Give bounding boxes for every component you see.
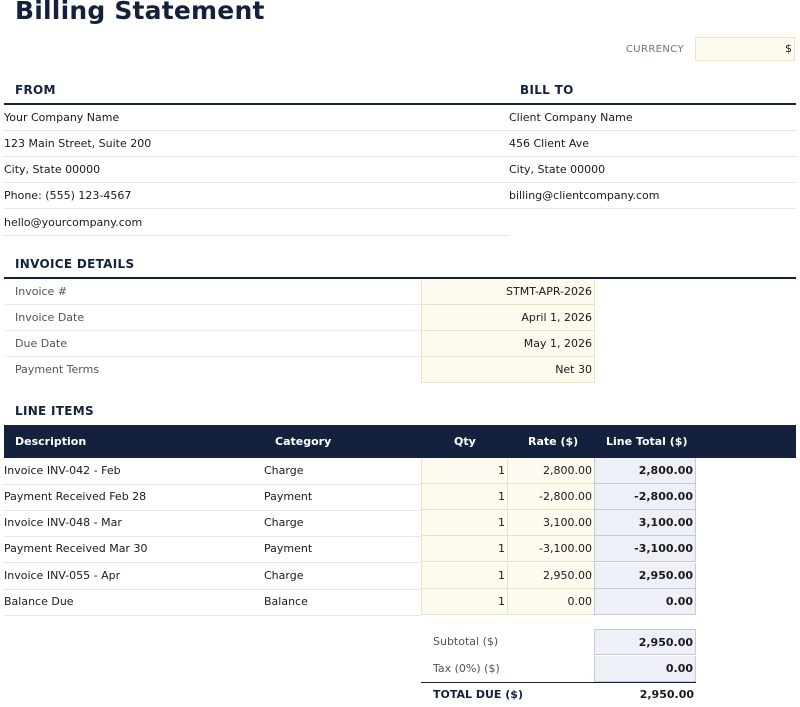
line-item-category: Charge <box>264 569 304 582</box>
line-item-description: Payment Received Mar 30 <box>4 542 148 555</box>
page-title: Billing Statement <box>15 0 265 25</box>
line-item-total: 3,100.00 <box>594 510 696 536</box>
line-item-category: Charge <box>264 516 304 529</box>
from-line: hello@yourcompany.com <box>4 210 509 236</box>
invoice-number-field[interactable]: STMT-APR-2026 <box>421 279 595 305</box>
from-line: 123 Main Street, Suite 200 <box>4 131 509 157</box>
currency-field[interactable]: $ <box>695 37 795 61</box>
column-header-qty: Qty <box>454 435 476 448</box>
line-item-total: 0.00 <box>594 589 696 615</box>
due-date-label: Due Date <box>4 331 421 357</box>
column-header-description: Description <box>15 435 87 448</box>
line-item-qty[interactable]: 1 <box>421 510 508 536</box>
from-line: City, State 00000 <box>4 157 509 183</box>
row-divider <box>4 615 421 616</box>
line-item-description: Invoice INV-055 - Apr <box>4 569 121 582</box>
line-item-total: -3,100.00 <box>594 536 696 562</box>
line-item-rate[interactable]: -3,100.00 <box>508 536 595 562</box>
column-header-category: Category <box>275 435 332 448</box>
line-item-total: -2,800.00 <box>594 484 696 510</box>
line-item-qty[interactable]: 1 <box>421 536 508 562</box>
line-item-rate[interactable]: 3,100.00 <box>508 510 595 536</box>
bill-to-line: City, State 00000 <box>509 157 796 183</box>
line-item-qty[interactable]: 1 <box>421 458 508 484</box>
bill-to-heading: BILL TO <box>520 83 574 97</box>
tax-value: 0.00 <box>594 656 696 682</box>
payment-terms-label: Payment Terms <box>15 363 100 376</box>
line-item-description: Invoice INV-042 - Feb <box>4 464 121 477</box>
total-due-value: 2,950.00 <box>639 688 694 701</box>
subtotal-label: Subtotal ($) <box>433 635 499 648</box>
subtotal-value: 2,950.00 <box>594 629 696 655</box>
line-item-category: Payment <box>264 542 313 555</box>
line-item-description: Balance Due <box>4 595 74 608</box>
line-item-total: 2,800.00 <box>594 458 696 484</box>
from-heading: FROM <box>15 83 56 97</box>
invoice-date-label: Invoice Date <box>4 305 421 331</box>
line-item-category: Payment <box>264 490 313 503</box>
line-item-category: Balance <box>264 595 308 608</box>
line-item-description: Invoice INV-048 - Mar <box>4 516 122 529</box>
invoice-number-label: Invoice # <box>4 279 421 305</box>
invoice-details-heading: INVOICE DETAILS <box>15 257 135 271</box>
line-item-qty[interactable]: 1 <box>421 589 508 615</box>
from-line: Phone: (555) 123-4567 <box>4 183 509 209</box>
line-item-category: Charge <box>264 464 304 477</box>
tax-label: Tax (0%) ($) <box>433 662 500 675</box>
bill-to-line: Client Company Name <box>509 105 796 131</box>
payment-terms-field[interactable]: Net 30 <box>421 357 595 383</box>
line-item-rate[interactable]: 0.00 <box>508 589 595 615</box>
line-items-header: Description Category Qty Rate ($) Line T… <box>4 425 796 458</box>
currency-label: CURRENCY <box>625 44 684 55</box>
column-header-line-total: Line Total ($) <box>606 435 688 448</box>
line-item-rate[interactable]: 2,950.00 <box>508 563 595 589</box>
line-item-rate[interactable]: -2,800.00 <box>508 484 595 510</box>
total-due-label: TOTAL DUE ($) <box>433 688 523 701</box>
due-date-field[interactable]: May 1, 2026 <box>421 331 595 357</box>
bill-to-line: 456 Client Ave <box>509 131 796 157</box>
line-item-rate[interactable]: 2,800.00 <box>508 458 595 484</box>
line-item-description: Payment Received Feb 28 <box>4 490 147 503</box>
column-header-rate: Rate ($) <box>528 435 579 448</box>
line-item-total: 2,950.00 <box>594 563 696 589</box>
line-items-heading: LINE ITEMS <box>15 404 94 418</box>
line-item-qty[interactable]: 1 <box>421 484 508 510</box>
invoice-date-field[interactable]: April 1, 2026 <box>421 305 595 331</box>
bill-to-line: billing@clientcompany.com <box>509 183 796 209</box>
from-line: Your Company Name <box>4 105 509 131</box>
line-item-qty[interactable]: 1 <box>421 563 508 589</box>
